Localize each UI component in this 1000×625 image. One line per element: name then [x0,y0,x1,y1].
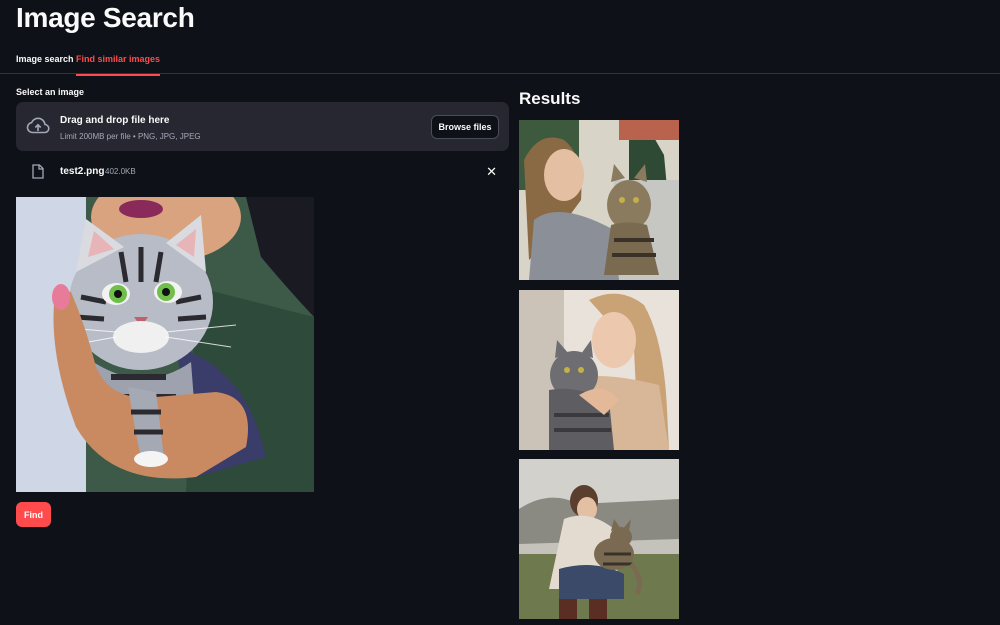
result-image[interactable] [519,459,679,619]
app-page: Image Search Image search Find similar i… [0,0,1000,625]
find-button[interactable]: Find [16,502,51,527]
cat-photo-image [16,197,314,492]
file-icon [32,164,44,179]
result-image[interactable] [519,120,679,280]
page-title: Image Search [16,2,195,33]
tab-find-similar-images[interactable]: Find similar images [76,48,161,76]
file-dropzone[interactable]: Drag and drop file here Limit 200MB per … [16,102,509,151]
woman-with-cat-photo-3 [519,459,679,619]
uploaded-file-size: 402.0KB [105,167,136,176]
cloud-upload-icon [26,117,50,134]
tab-bar: Image search Find similar images [0,48,1000,76]
uploaded-file-name: test2.png [60,166,105,177]
uploader-label: Select an image [16,87,85,97]
uploaded-image-preview [16,197,314,492]
dropzone-limits: Limit 200MB per file • PNG, JPG, JPEG [60,132,201,141]
close-icon[interactable]: ✕ [486,164,497,180]
woman-with-cat-photo-1 [519,120,679,280]
results-heading: Results [519,89,581,108]
woman-with-cat-photo-2 [519,290,679,450]
uploaded-file-row: test2.png 402.0KB ✕ [16,160,509,184]
result-image[interactable] [519,290,679,450]
tab-image-search[interactable]: Image search [16,48,74,74]
browse-files-button[interactable]: Browse files [431,115,499,139]
dropzone-title: Drag and drop file here [60,115,170,126]
